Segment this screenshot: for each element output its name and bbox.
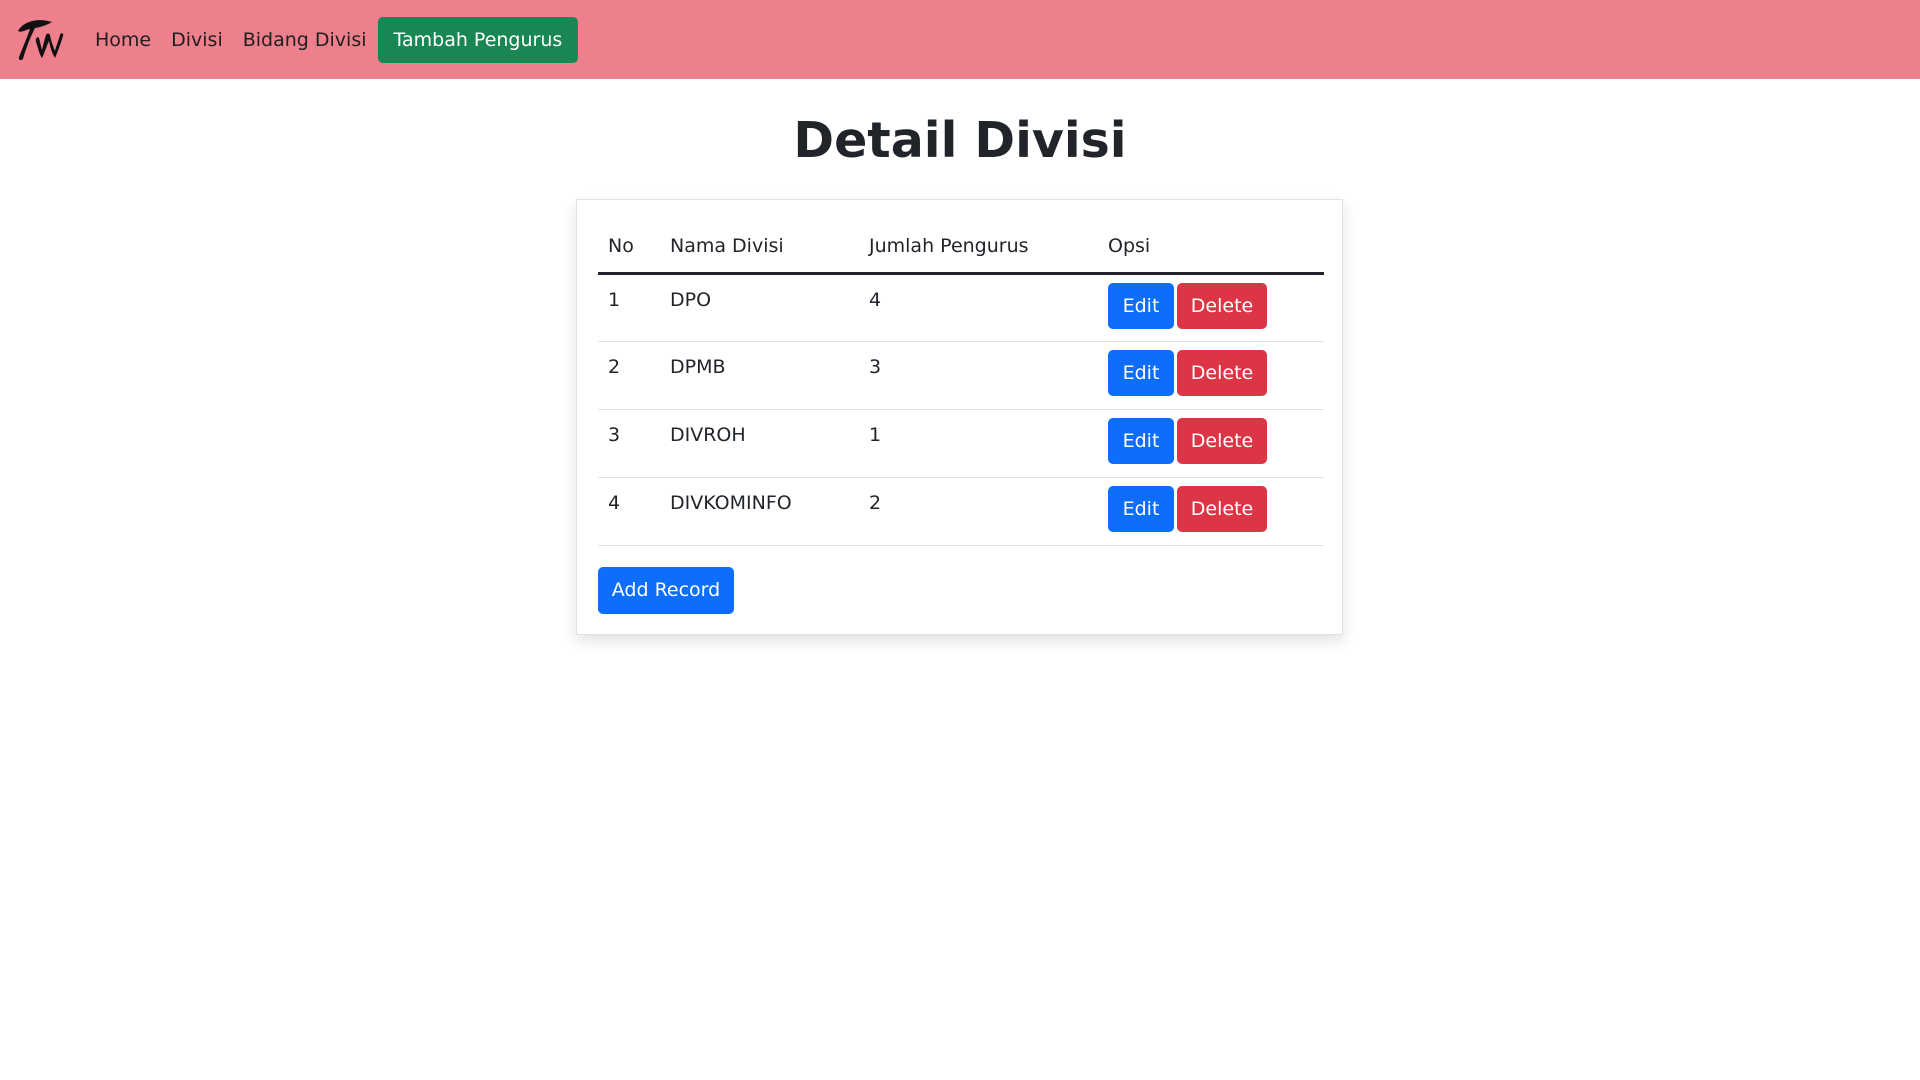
edit-button[interactable]: Edit (1108, 350, 1174, 396)
nav-link-bidang-divisi[interactable]: Bidang Divisi (243, 29, 367, 51)
table-row: 2 DPMB 3 Edit Delete (598, 341, 1324, 410)
cell-no: 3 (598, 409, 660, 478)
table-header-row: No Nama Divisi Jumlah Pengurus Opsi (598, 220, 1324, 275)
cell-opsi: Edit Delete (1098, 477, 1324, 546)
cell-opsi: Edit Delete (1098, 341, 1324, 410)
cell-jumlah-pengurus: 1 (859, 409, 1098, 478)
delete-button[interactable]: Delete (1177, 418, 1267, 464)
edit-button[interactable]: Edit (1108, 486, 1174, 532)
header-nama-divisi: Nama Divisi (660, 220, 859, 275)
cell-opsi: Edit Delete (1098, 409, 1324, 478)
nav-link-home[interactable]: Home (95, 29, 151, 51)
twice-logo-icon[interactable] (14, 14, 66, 64)
table-row: 3 DIVROH 1 Edit Delete (598, 409, 1324, 478)
delete-button[interactable]: Delete (1177, 486, 1267, 532)
edit-button[interactable]: Edit (1108, 283, 1174, 329)
tambah-pengurus-button[interactable]: Tambah Pengurus (377, 16, 579, 63)
cell-jumlah-pengurus: 2 (859, 477, 1098, 546)
delete-button[interactable]: Delete (1177, 350, 1267, 396)
cell-nama-divisi: DIVKOMINFO (660, 477, 859, 546)
page-title: Detail Divisi (793, 112, 1127, 169)
cell-no: 4 (598, 477, 660, 546)
header-opsi: Opsi (1098, 220, 1324, 275)
divisi-table: No Nama Divisi Jumlah Pengurus Opsi 1 DP… (598, 220, 1324, 546)
table-row: 1 DPO 4 Edit Delete (598, 273, 1324, 342)
navbar: Home Divisi Bidang Divisi Tambah Penguru… (0, 0, 1920, 79)
table-row: 4 DIVKOMINFO 2 Edit Delete (598, 477, 1324, 546)
nav-links: Home Divisi Bidang Divisi Tambah Penguru… (95, 0, 579, 79)
nav-link-divisi[interactable]: Divisi (171, 29, 223, 51)
cell-no: 1 (598, 273, 660, 342)
cell-opsi: Edit Delete (1098, 273, 1324, 342)
header-no: No (598, 220, 660, 275)
cell-nama-divisi: DPO (660, 273, 859, 342)
cell-jumlah-pengurus: 4 (859, 273, 1098, 342)
header-jumlah-pengurus: Jumlah Pengurus (859, 220, 1098, 275)
add-record-button[interactable]: Add Record (598, 567, 734, 614)
cell-jumlah-pengurus: 3 (859, 341, 1098, 410)
cell-no: 2 (598, 341, 660, 410)
edit-button[interactable]: Edit (1108, 418, 1174, 464)
divisi-card: No Nama Divisi Jumlah Pengurus Opsi 1 DP… (576, 199, 1343, 635)
cell-nama-divisi: DIVROH (660, 409, 859, 478)
cell-nama-divisi: DPMB (660, 341, 859, 410)
delete-button[interactable]: Delete (1177, 283, 1267, 329)
